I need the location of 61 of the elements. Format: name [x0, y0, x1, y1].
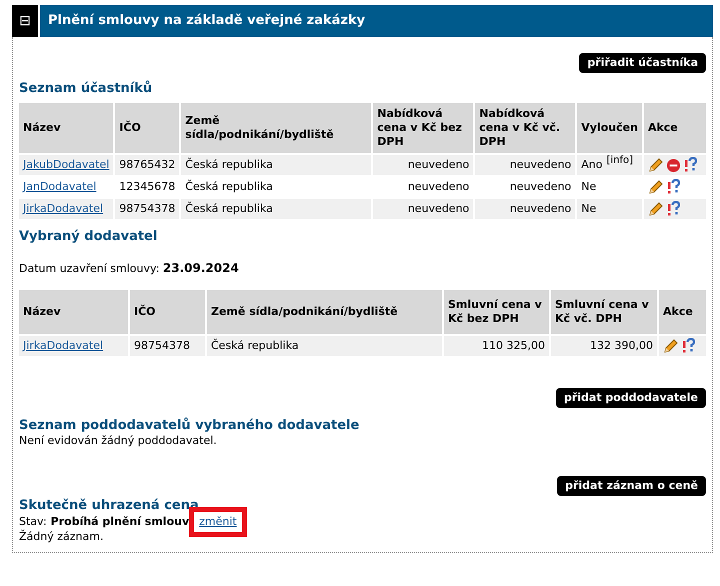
column-header: Název — [19, 103, 114, 153]
pencil-icon[interactable] — [648, 179, 664, 195]
column-header: Název — [19, 290, 128, 334]
supplier-link[interactable]: JanDodavatel — [23, 180, 96, 193]
add-price-record-button[interactable]: přidat záznam o ceně — [557, 476, 706, 496]
table-cell-text: neuvedeno — [508, 157, 572, 173]
remove-icon[interactable] — [666, 158, 681, 172]
column-header: Země sídla/podnikání/bydliště — [181, 103, 372, 153]
exclamation-question-icon[interactable] — [681, 338, 695, 354]
contract-date: 23.09.2024 — [162, 261, 239, 275]
table-cell-text: 98765432 — [118, 157, 176, 173]
excluded-value: Ano — [581, 158, 603, 171]
supplier-link[interactable]: JakubDodavatel — [23, 158, 110, 171]
table-cell-text: 12345678 — [118, 179, 176, 195]
column-header: IČO — [130, 290, 205, 334]
table-cell-text: 98754378 — [118, 201, 176, 217]
section-heading: Seznam účastníků — [19, 81, 154, 97]
table-cell-text: neuvedeno — [406, 179, 470, 195]
status-label: Stav: — [19, 515, 47, 529]
column-header: Země sídla/podnikání/bydliště — [207, 290, 442, 334]
column-header: Smluvní cena v Kč bez DPH — [444, 290, 549, 334]
supplier-link[interactable]: JirkaDodavatel — [23, 202, 104, 215]
change-link[interactable]: změnit — [189, 507, 247, 537]
section-heading: Vybraný dodavatel — [19, 229, 158, 245]
table-cell-text: Česká republika — [184, 200, 274, 217]
table-cell-text: Česká republika — [210, 338, 300, 354]
table-cell-text: Česká republika — [184, 156, 274, 173]
column-header: Akce — [659, 290, 706, 334]
exclamation-question-icon[interactable] — [666, 179, 680, 195]
collapse-button[interactable]: ⊟ — [12, 5, 38, 37]
status-value: Probíhá plnění smlouv — [50, 515, 190, 529]
table-cell-text: neuvedeno — [508, 179, 572, 195]
table-cell-text: 98754378 — [133, 338, 191, 354]
exclamation-question-icon[interactable] — [666, 201, 680, 217]
column-header: Akce — [644, 103, 706, 153]
panel-title-bar: Plnění smlouvy na základě veřejné zakázky — [40, 5, 713, 37]
column-header: Nabídková cena v Kč vč. DPH — [475, 103, 576, 153]
table-cell-text: 132 390,00 — [589, 338, 654, 354]
empty-message: Není evidován žádný poddodavatel. — [19, 434, 218, 448]
pencil-icon[interactable] — [663, 338, 679, 354]
assign-participant-button[interactable]: přiřadit účastníka — [579, 53, 706, 73]
table-cell-text: neuvedeno — [508, 201, 572, 217]
table-cell-text: neuvedeno — [406, 201, 470, 217]
pencil-icon[interactable] — [648, 201, 664, 217]
column-header: Nabídková cena v Kč bez DPH — [373, 103, 474, 153]
table-cell-text: neuvedeno — [406, 157, 470, 173]
contract-date-label: Datum uzavření smlouvy: — [19, 262, 160, 275]
supplier-link[interactable]: JirkaDodavatel — [23, 339, 104, 352]
excluded-value: Ne — [581, 180, 596, 193]
add-subcontractor-button[interactable]: přidat poddodavatele — [556, 388, 706, 408]
empty-message: Žádný záznam. — [19, 530, 104, 544]
exclamation-question-icon[interactable] — [682, 157, 697, 173]
section-heading: Seznam poddodavatelů vybraného dodavatele — [19, 418, 360, 434]
info-link[interactable]: [info] — [606, 155, 634, 166]
column-header: Smluvní cena v Kč vč. DPH — [551, 290, 657, 334]
column-header: Vyloučen — [577, 103, 642, 153]
table-cell-text: 110 325,00 — [481, 338, 546, 354]
excluded-value: Ne — [581, 202, 596, 215]
pencil-icon[interactable] — [648, 157, 664, 173]
table-cell-text: Česká republika — [184, 178, 274, 195]
column-header: IČO — [115, 103, 180, 153]
